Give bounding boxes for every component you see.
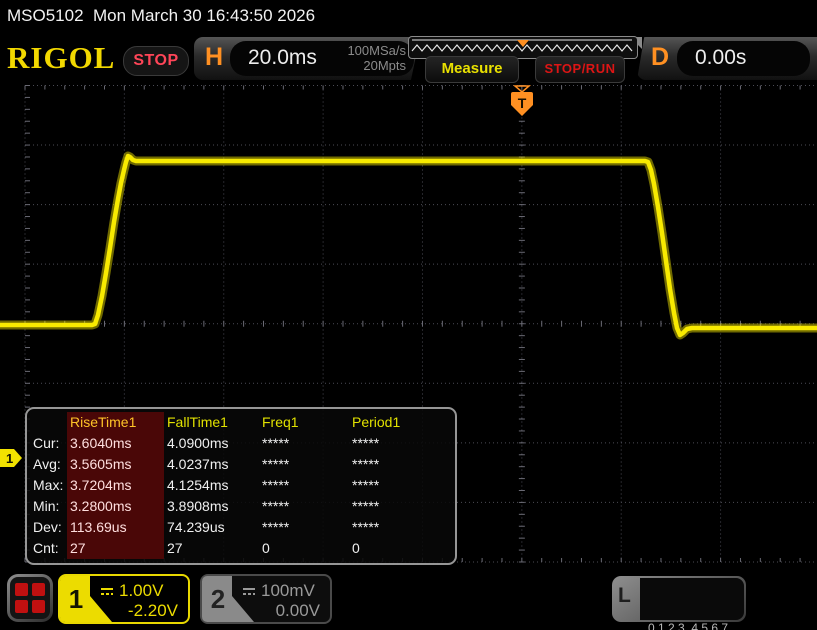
status-separator: [84, 6, 93, 25]
measurement-cell: 74.239us: [167, 519, 225, 535]
delay-pill: 0.00s: [677, 41, 810, 76]
measurement-cell: *****: [262, 477, 290, 493]
measurement-cell: 27: [167, 540, 183, 556]
channel1-offset: -2.20V: [127, 601, 178, 620]
measure-button[interactable]: Measure: [425, 56, 519, 83]
measurement-cell: *****: [262, 519, 290, 535]
horizontal-timebase-block[interactable]: H 20.0ms 100MSa/s 20Mpts: [194, 37, 420, 80]
measurement-cell: *****: [352, 456, 380, 472]
measurement-cell: [27, 412, 67, 433]
measurement-cell: 4.1254ms: [167, 477, 229, 493]
timebase-pill: 20.0ms 100MSa/s 20Mpts: [230, 41, 414, 76]
memory-waveform-icon: [411, 39, 633, 52]
measurement-column-header: Period1: [352, 414, 401, 430]
channel1-trace: [0, 153, 817, 338]
measurement-cell: *****: [352, 498, 380, 514]
channel2-number: 2: [210, 584, 226, 614]
sample-rate-value: 100MSa/s: [347, 43, 406, 58]
delay-label: D: [651, 43, 670, 71]
measurement-column-header: Freq1: [262, 414, 299, 430]
measurement-cell: *****: [352, 435, 380, 451]
memory-depth-value: 20Mpts: [363, 58, 406, 73]
dc-coupling-icon: [101, 587, 113, 595]
status-bar: MSO5102 Mon March 30 16:43:50 2026: [0, 0, 817, 32]
measurement-cell: 3.8908ms: [167, 498, 229, 514]
measurement-cell: *****: [262, 456, 290, 472]
dc-coupling-icon: [243, 587, 255, 595]
measurement-cell: 3.6040ms: [67, 433, 164, 454]
measurement-cell: 0: [262, 540, 270, 556]
measurement-row-label: Avg:: [33, 456, 61, 472]
measurement-cell: 4.0900ms: [167, 435, 229, 451]
channel2-scale-line: 100mV: [242, 581, 315, 601]
red-square-icon: [15, 583, 28, 596]
channel-overview-icon: [10, 577, 50, 619]
measurement-row-label: Cur:: [33, 435, 60, 451]
stop-run-button[interactable]: STOP/RUN: [535, 56, 625, 83]
oscilloscope-screen: MSO5102 Mon March 30 16:43:50 2026 RIGOL…: [0, 0, 817, 630]
timebase-value: 20.0ms: [248, 46, 317, 69]
channel1-marker-label: 1: [6, 451, 13, 466]
channel1-scale-line: 1.00V: [100, 581, 163, 601]
measurement-cell: 3.7204ms: [67, 475, 164, 496]
measurement-cell: *****: [262, 435, 290, 451]
trigger-marker[interactable]: T: [511, 92, 533, 116]
measurement-cell: *****: [352, 519, 380, 535]
measurement-row-label: Min:: [33, 498, 60, 514]
logic-channel-list: 0 1 2 3 4 5 6 7 8 9 1011 12131415: [640, 578, 744, 630]
delay-value: 0.00s: [695, 46, 747, 69]
measurement-cell: 3.2800ms: [67, 496, 164, 517]
measurement-cell: 27: [67, 538, 164, 559]
channel1-number: 1: [68, 584, 84, 614]
measurement-row-label: Max:: [33, 477, 64, 493]
logic-row1: 0 1 2 3 4 5 6 7: [648, 621, 729, 630]
channel2-offset: 0.00V: [275, 601, 320, 620]
horizontal-label: H: [205, 43, 224, 71]
measurement-table: RiseTime1 FallTime1 Freq1 Period1 Cur: 3.6040…: [25, 407, 457, 565]
channel-overview-button[interactable]: [7, 574, 53, 622]
measurement-cell: 0: [352, 540, 360, 556]
red-square-icon: [32, 600, 45, 613]
delay-block[interactable]: D 0.00s: [637, 37, 817, 80]
rigol-logo: RIGOL: [7, 40, 116, 75]
measurement-row-label: Dev:: [33, 519, 62, 535]
measurement-cell: *****: [352, 477, 380, 493]
logic-channels-badge[interactable]: L 0 1 2 3 4 5 6 7 8 9 1011 12131415: [612, 576, 746, 630]
datetime: Mon March 30 16:43:50 2026: [93, 6, 316, 25]
logic-label: L: [618, 584, 631, 607]
red-square-icon: [32, 583, 45, 596]
measurement-column-header: FallTime1: [167, 414, 228, 430]
channel2-scale: 100mV: [261, 581, 315, 600]
sample-rate: 100MSa/s 20Mpts: [347, 43, 406, 73]
svg-text:T: T: [518, 95, 527, 111]
channel2-badge[interactable]: 2 100mV 0.00V: [200, 574, 332, 624]
channel1-badge[interactable]: 1 1.00V -2.20V: [58, 574, 190, 624]
channel1-level-marker[interactable]: 1: [0, 449, 23, 468]
model-name: MSO5102: [7, 6, 84, 25]
channel1-scale: 1.00V: [119, 581, 164, 600]
measurement-column-header: RiseTime1: [67, 412, 164, 433]
run-state-badge: STOP: [123, 46, 189, 76]
measurement-row-label: Cnt:: [33, 540, 59, 556]
measurement-cell: 4.0237ms: [167, 456, 229, 472]
measurement-cell: 3.5605ms: [67, 454, 164, 475]
red-square-icon: [15, 600, 28, 613]
measurement-cell: *****: [262, 498, 290, 514]
measurement-cell: 113.69us: [67, 517, 164, 538]
